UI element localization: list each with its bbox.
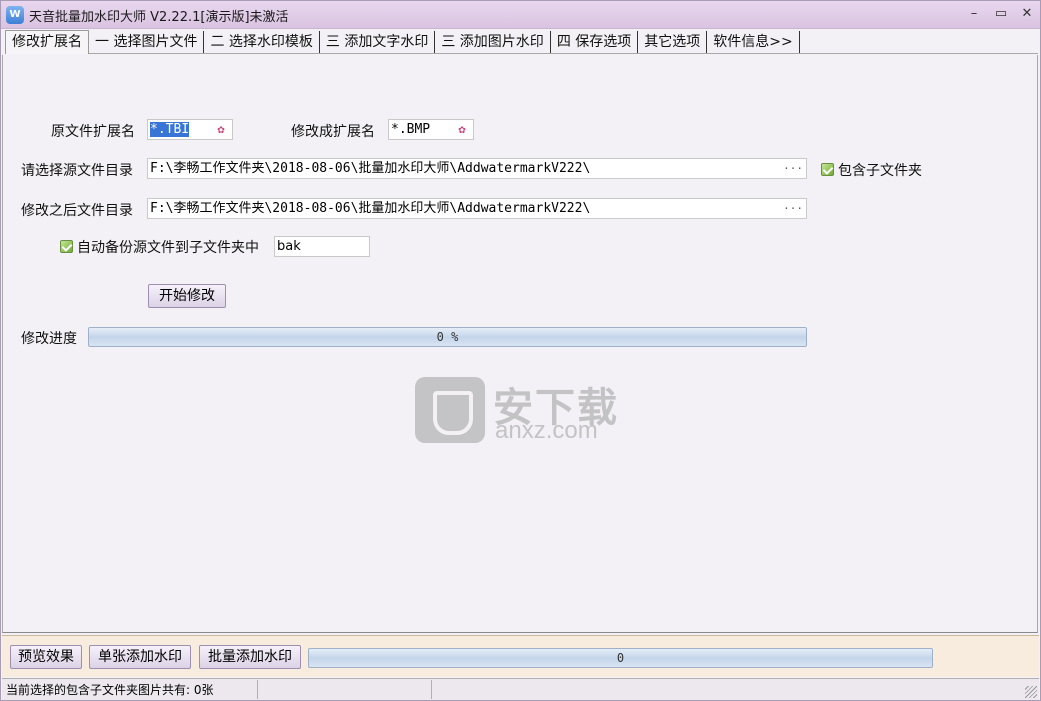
window-title: 天音批量加水印大师 V2.22.1[演示版]未激活 [29, 10, 289, 25]
include-subfolders-label[interactable]: 包含子文件夹 [838, 160, 922, 180]
backup-folder-field[interactable]: bak [274, 236, 370, 257]
source-dir-field[interactable]: F:\李畅工作文件夹\2018-08-06\批量加水印大师\Addwaterma… [147, 158, 807, 179]
status-message: 当前选择的包含子文件夹图片共有: 0张 [2, 680, 258, 699]
preview-button[interactable]: 预览效果 [10, 645, 82, 669]
source-dir-value: F:\李畅工作文件夹\2018-08-06\批量加水印大师\Addwaterma… [150, 161, 591, 176]
minimize-button[interactable]: – [963, 5, 985, 23]
bottom-toolbar: 预览效果 单张添加水印 批量添加水印 0 [2, 635, 1039, 677]
batch-add-button[interactable]: 批量添加水印 [199, 645, 301, 669]
target-dir-label: 修改之后文件目录 [21, 203, 133, 219]
new-ext-label: 修改成扩展名 [291, 124, 375, 140]
tab-save-options[interactable]: 四 保存选项 [551, 31, 639, 53]
single-add-button[interactable]: 单张添加水印 [89, 645, 191, 669]
tab-bar: 修改扩展名 一 选择图片文件 二 选择水印模板 三 添加文字水印 三 添加图片水… [5, 30, 1038, 54]
tab-select-template[interactable]: 二 选择水印模板 [204, 31, 320, 53]
browse-ellipsis-icon[interactable]: ··· [783, 199, 803, 218]
app-window: W 天音批量加水印大师 V2.22.1[演示版]未激活 – ▭ ✕ 修改扩展名 … [0, 0, 1041, 701]
start-rename-button[interactable]: 开始修改 [148, 284, 226, 308]
tab-select-images[interactable]: 一 选择图片文件 [89, 31, 205, 53]
new-ext-value: *.BMP [391, 122, 431, 137]
site-watermark: 安下载 anxz.com [415, 377, 630, 447]
tab-other-options[interactable]: 其它选项 [638, 31, 708, 53]
progress-label: 修改进度 [21, 331, 77, 347]
orig-ext-label: 原文件扩展名 [51, 124, 135, 140]
maximize-button[interactable]: ▭ [990, 5, 1012, 23]
rename-progress-bar: 0 % [88, 327, 807, 347]
status-cell-2 [258, 680, 432, 699]
status-cell-3 [432, 680, 1022, 699]
tab-rename-extension[interactable]: 修改扩展名 [5, 30, 89, 54]
batch-progress-bar: 0 [308, 648, 933, 668]
backup-folder-value: bak [277, 239, 301, 254]
include-subfolders-checkbox[interactable] [821, 163, 834, 176]
app-logo-icon: W [6, 6, 24, 24]
source-dir-label: 请选择源文件目录 [21, 163, 133, 179]
backup-label[interactable]: 自动备份源文件到子文件夹中 [77, 237, 259, 257]
target-dir-value: F:\李畅工作文件夹\2018-08-06\批量加水印大师\Addwaterma… [150, 201, 591, 216]
target-dir-field[interactable]: F:\李畅工作文件夹\2018-08-06\批量加水印大师\Addwaterma… [147, 198, 807, 219]
resize-grip-icon[interactable] [1025, 686, 1037, 698]
tab-image-watermark[interactable]: 三 添加图片水印 [435, 31, 551, 53]
title-bar[interactable]: W 天音批量加水印大师 V2.22.1[演示版]未激活 – ▭ ✕ [1, 1, 1040, 29]
tab-text-watermark[interactable]: 三 添加文字水印 [320, 31, 436, 53]
orig-ext-value: *.TBI [150, 122, 190, 137]
orig-ext-field[interactable]: *.TBI ✿ [147, 119, 233, 140]
rename-extension-panel: 原文件扩展名 *.TBI ✿ 修改成扩展名 *.BMP ✿ 请选择源文件目录 F… [2, 55, 1038, 633]
watermark-en: anxz.com [495, 417, 598, 444]
new-ext-field[interactable]: *.BMP ✿ [388, 119, 474, 140]
close-button[interactable]: ✕ [1016, 5, 1038, 23]
backup-checkbox[interactable] [60, 240, 73, 253]
tab-software-info[interactable]: 软件信息>> [707, 31, 800, 53]
butterfly-icon[interactable]: ✿ [212, 121, 230, 138]
shield-logo-icon [415, 377, 485, 443]
butterfly-icon[interactable]: ✿ [453, 121, 471, 138]
status-bar: 当前选择的包含子文件夹图片共有: 0张 [2, 678, 1039, 700]
browse-ellipsis-icon[interactable]: ··· [783, 159, 803, 178]
